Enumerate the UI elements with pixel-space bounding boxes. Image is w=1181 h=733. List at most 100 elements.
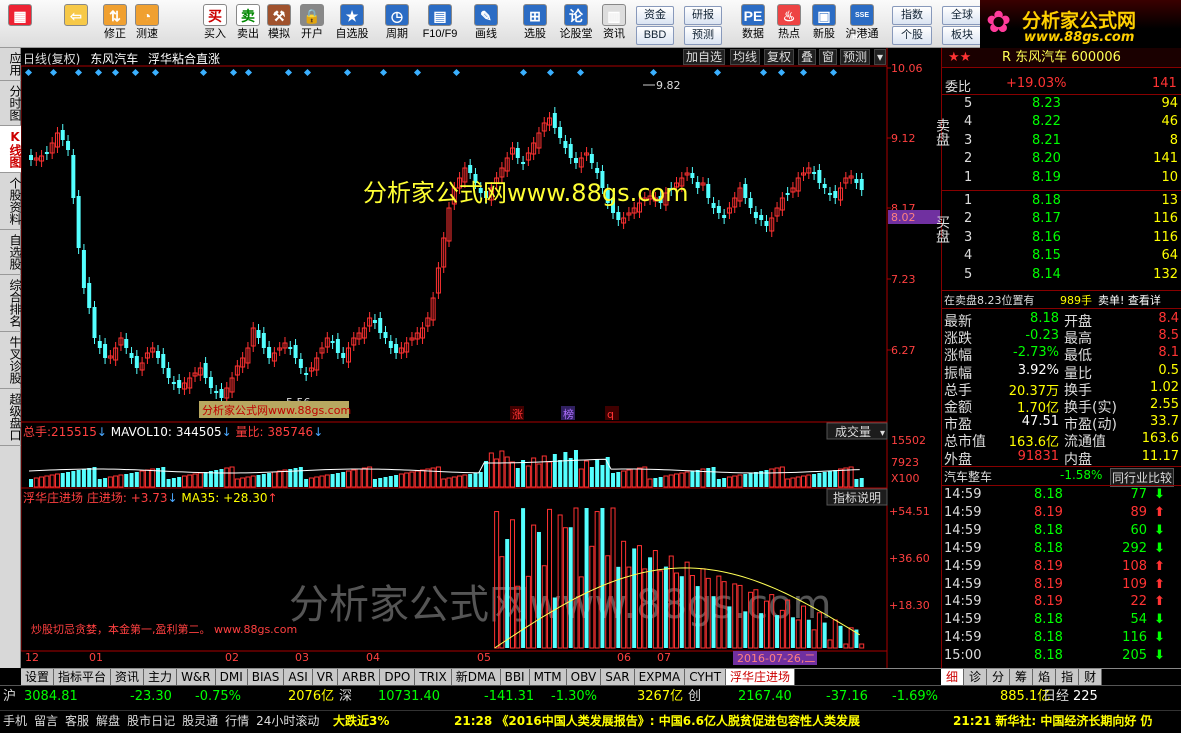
tick-volume: 89: [1130, 504, 1147, 520]
toolbar-small-button[interactable]: 预测: [684, 26, 722, 45]
indicator-tab[interactable]: VR: [312, 669, 339, 685]
left-tab[interactable]: 超级盘口: [0, 389, 22, 446]
forum-button[interactable]: 论论股堂: [556, 2, 596, 46]
right-panel-tab[interactable]: 分: [987, 669, 1011, 685]
chart-svg[interactable]: 10.069.128.177.236.278.029.825.56分析家公式网w…: [21, 48, 941, 668]
pen-button[interactable]: ✎ 画线: [466, 2, 506, 46]
book-price[interactable]: 8.21: [1032, 133, 1061, 148]
book-price[interactable]: 8.17: [1032, 211, 1061, 226]
left-tab[interactable]: 牛叉诊股: [0, 332, 22, 389]
indicator-tab[interactable]: 新DMA: [451, 669, 501, 685]
star-button[interactable]: ★ 自选股: [330, 2, 374, 46]
candle-body: [695, 182, 700, 188]
left-tab[interactable]: K线图: [0, 126, 22, 173]
volume-bars[interactable]: [29, 450, 864, 488]
right-panel-tab[interactable]: 指: [1056, 669, 1080, 685]
indicator-tab[interactable]: 设置: [21, 669, 55, 685]
toolbar-small-button[interactable]: 指数: [892, 6, 932, 25]
status-link[interactable]: 留言: [34, 714, 58, 728]
news-button[interactable]: ▥ 资讯: [597, 2, 631, 46]
lock-button[interactable]: 🔒 开户: [297, 2, 327, 46]
toolbar-small-button[interactable]: BBD: [636, 26, 674, 45]
indicator-tab[interactable]: BIAS: [247, 669, 285, 685]
up-down-button[interactable]: ⇅ 修正: [100, 2, 130, 46]
status-link[interactable]: 股灵通: [182, 714, 218, 728]
toolbar-label: 自选股: [335, 28, 369, 40]
indicator-tab[interactable]: BBI: [500, 669, 530, 685]
book-price[interactable]: 8.14: [1032, 267, 1061, 282]
right-panel-tab[interactable]: 细: [941, 669, 965, 685]
indicator-tab[interactable]: 浮华庄进场: [726, 669, 796, 685]
sell-button[interactable]: 卖卖出: [233, 2, 263, 46]
book-price[interactable]: 8.22: [1032, 114, 1061, 129]
hot-button[interactable]: ♨ 热点: [773, 2, 805, 46]
indicator-bar: [505, 539, 510, 648]
status-link[interactable]: 行情: [225, 714, 249, 728]
news-ticker-1[interactable]: 21:28 《2016中国人类发展报告》: 中国6.6亿人脱贫促进包容性人类发展: [454, 711, 860, 731]
candle-body: [616, 212, 621, 220]
left-tab[interactable]: 自选股: [0, 230, 22, 275]
order-detail-link[interactable]: 卖单! 查看详: [1098, 292, 1161, 308]
status-link[interactable]: 客服: [65, 714, 89, 728]
right-panel-tab[interactable]: 诊: [964, 669, 988, 685]
status-link[interactable]: 股市日记: [127, 714, 175, 728]
hammer-button[interactable]: ⚒ 模拟: [263, 2, 295, 46]
indicator-tab[interactable]: MTM: [529, 669, 567, 685]
market-alert[interactable]: 大跌近3%: [333, 711, 389, 731]
indicator-tab[interactable]: ASI: [284, 669, 313, 685]
indicator-tab[interactable]: SAR: [601, 669, 635, 685]
indicator-tab[interactable]: W&R: [177, 669, 216, 685]
status-link[interactable]: 手机: [3, 714, 27, 728]
indicator-tab[interactable]: ARBR: [338, 669, 381, 685]
book-price[interactable]: 8.16: [1032, 230, 1061, 245]
right-panel-tab[interactable]: 筹: [1010, 669, 1034, 685]
indicator-tab[interactable]: CYHT: [685, 669, 727, 685]
indicator-tab[interactable]: DMI: [215, 669, 248, 685]
speed-button[interactable]: ◔ 测速: [132, 2, 162, 46]
logo-button[interactable]: ▦: [4, 2, 36, 46]
right-panel-tab[interactable]: 焰: [1033, 669, 1057, 685]
back-arrow-button[interactable]: ⇦: [56, 2, 96, 46]
left-tab[interactable]: 分时图: [0, 81, 22, 126]
toolbar-small-button[interactable]: 全球: [942, 6, 982, 25]
left-tab[interactable]: 综合排名: [0, 275, 22, 332]
sector-name[interactable]: 汽车整车: [944, 468, 992, 485]
select-stock-button[interactable]: ⊞ 选股: [516, 2, 554, 46]
indicator-tab[interactable]: 主力: [144, 669, 178, 685]
toolbar-small-button[interactable]: 板块: [942, 26, 982, 45]
indicator-tab[interactable]: EXPMA: [634, 669, 686, 685]
volume-bar: [706, 468, 711, 487]
indicator-tab[interactable]: 指标平台: [54, 669, 112, 685]
indicator-tab[interactable]: OBV: [566, 669, 602, 685]
book-price[interactable]: 8.18: [1032, 193, 1061, 208]
left-tab[interactable]: 应用: [0, 48, 22, 81]
kline-chart-area[interactable]: 日线(复权) 东风汽车 浮华粘合直涨 加自选 均线 复权叠窗预测 ▾ 10.06 9.1…: [21, 48, 941, 668]
toolbar-small-button[interactable]: 个股: [892, 26, 932, 45]
indicator-tab[interactable]: DPO: [380, 669, 416, 685]
left-tab[interactable]: 个股资料: [0, 173, 22, 230]
book-price[interactable]: 8.15: [1032, 248, 1061, 263]
sse-hkex-button[interactable]: SSE HKEX 沪港通: [844, 2, 880, 46]
toolbar-small-button[interactable]: 研报: [684, 6, 722, 25]
indicator-tab[interactable]: TRIX: [415, 669, 452, 685]
stock-code-title: R 东风汽车 600006: [1002, 50, 1121, 65]
new-stock-button[interactable]: ▣ 新股: [808, 2, 840, 46]
f10-button[interactable]: ▤ F10/F9: [418, 2, 462, 46]
book-price[interactable]: 8.19: [1032, 170, 1061, 185]
buy-button[interactable]: 买买入: [200, 2, 230, 46]
tick-volume: 205: [1122, 648, 1147, 664]
indicator-tab[interactable]: 资讯: [111, 669, 145, 685]
book-price[interactable]: 8.23: [1032, 96, 1061, 111]
toolbar-small-button[interactable]: 资金: [636, 6, 674, 25]
candlesticks[interactable]: [29, 107, 864, 404]
status-link[interactable]: 24小时滚动: [256, 714, 319, 728]
cycle-button[interactable]: ◷ 周期: [378, 2, 416, 46]
status-link[interactable]: 解盘: [96, 714, 120, 728]
sh-percent: -0.75%: [195, 689, 241, 704]
pe-button[interactable]: PE 数据: [737, 2, 769, 46]
book-price[interactable]: 8.20: [1032, 151, 1061, 166]
toolbar-label: 修正: [104, 28, 126, 40]
news-ticker-2[interactable]: 21:21 新华社: 中国经济长期向好 仍: [953, 711, 1178, 731]
candle-body: [812, 172, 817, 174]
right-panel-tab[interactable]: 财: [1079, 669, 1103, 685]
